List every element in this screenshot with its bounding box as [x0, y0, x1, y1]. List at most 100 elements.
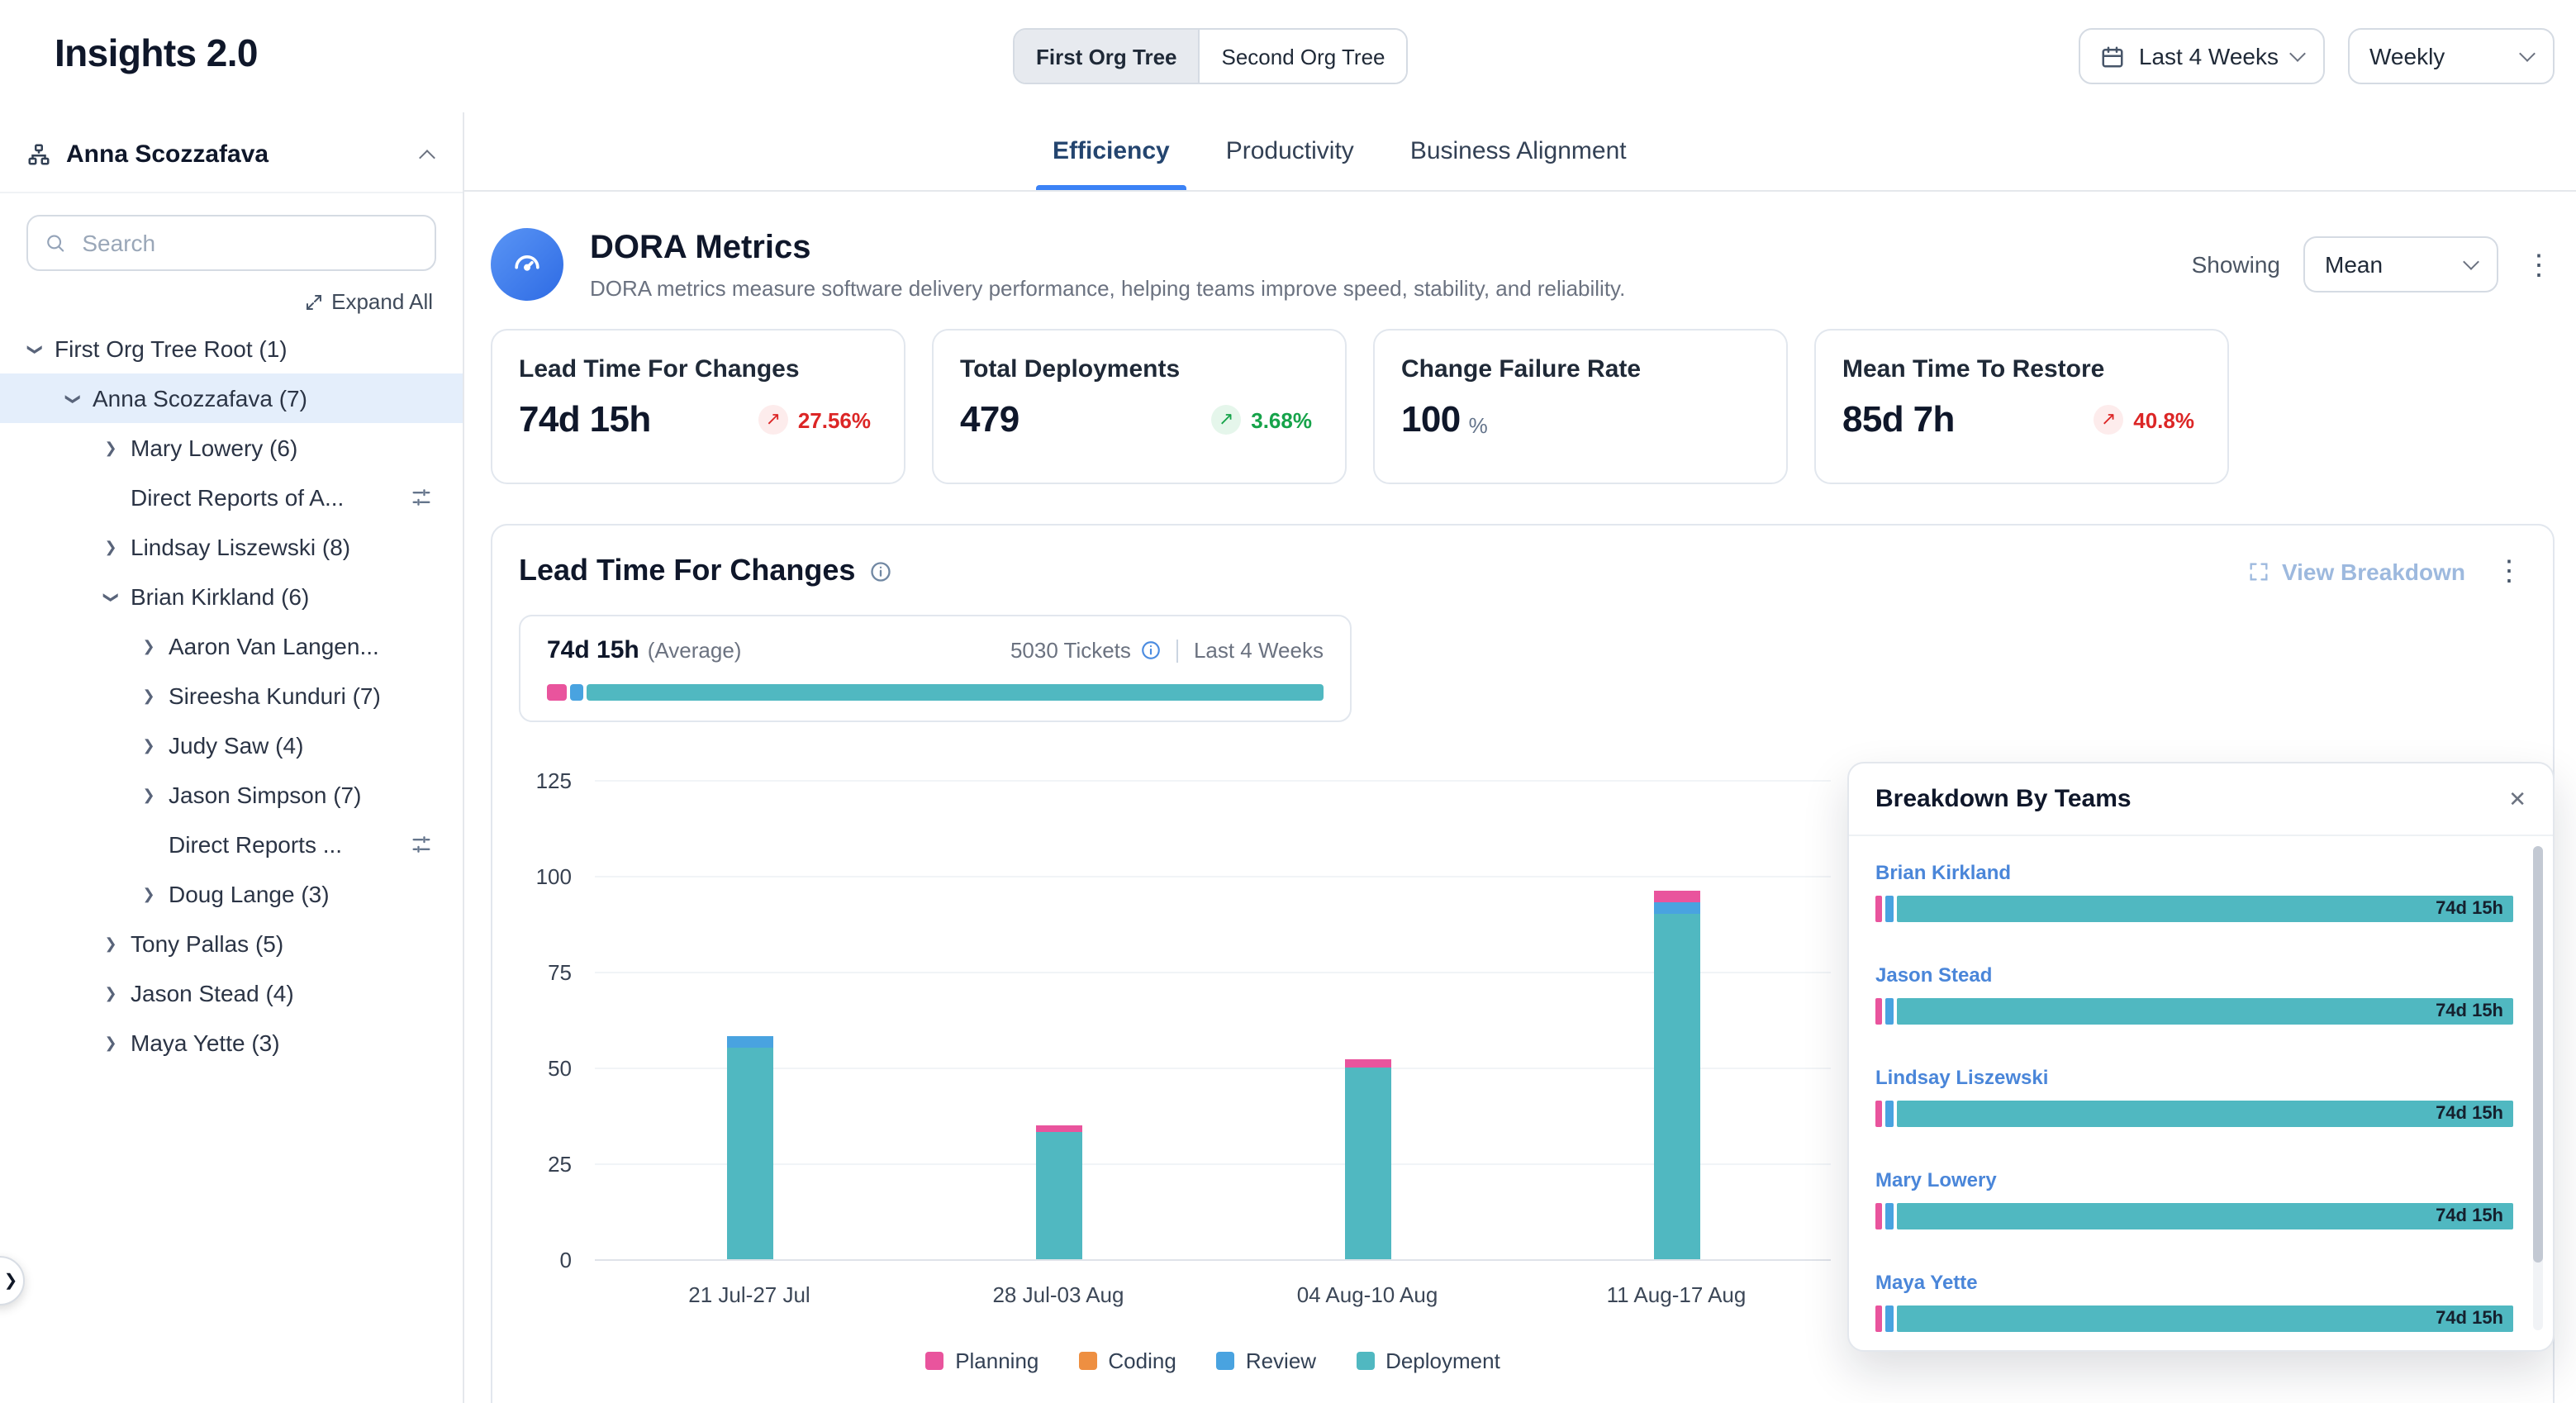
- expand-all-button[interactable]: Expand All: [30, 289, 433, 314]
- chevron-right-icon[interactable]: ❯: [140, 887, 157, 901]
- breakdown-title: Breakdown By Teams: [1875, 785, 2508, 813]
- legend-item-planning[interactable]: Planning: [925, 1348, 1038, 1373]
- tree-item-aaron-van-langen[interactable]: ❯Aaron Van Langen...: [0, 621, 463, 671]
- tab-business-alignment[interactable]: Business Alignment: [1407, 112, 1630, 190]
- tree-item-mary-lowery-6[interactable]: ❯Mary Lowery (6): [0, 423, 463, 473]
- scrollbar-track[interactable]: [2533, 846, 2543, 1330]
- legend-item-deployment[interactable]: Deployment: [1356, 1348, 1500, 1373]
- metric-card-title: Total Deployments: [960, 355, 1319, 383]
- tree-item-first-org-tree-root-1[interactable]: ❯First Org Tree Root (1): [0, 324, 463, 373]
- tree-item-jason-simpson-7[interactable]: ❯Jason Simpson (7): [0, 770, 463, 820]
- search-icon: [45, 231, 65, 254]
- bar-11-aug-17-aug[interactable]: [1653, 892, 1699, 1259]
- team-link-maya-yette[interactable]: Maya Yette: [1875, 1271, 1978, 1294]
- team-link-mary-lowery[interactable]: Mary Lowery: [1875, 1168, 1997, 1191]
- date-range-select[interactable]: Last 4 Weeks: [2079, 28, 2325, 84]
- bar-28-jul-03-aug[interactable]: [1035, 1125, 1081, 1259]
- chevron-right-icon[interactable]: ❯: [140, 639, 157, 654]
- chevron-right-icon[interactable]: ❯: [102, 540, 119, 554]
- collapse-sidebar-icon[interactable]: [419, 149, 435, 165]
- chevron-right-icon[interactable]: ❯: [102, 986, 119, 1001]
- chevron-right-icon[interactable]: ❯: [140, 787, 157, 802]
- tree-item-label: Sireesha Kunduri (7): [169, 682, 381, 709]
- aggregation-select[interactable]: Mean: [2303, 236, 2498, 292]
- tree-item-direct-reports-of-a[interactable]: Direct Reports of A...: [0, 473, 463, 522]
- dora-gauge-icon: [491, 228, 563, 301]
- chevron-right-icon[interactable]: ❯: [102, 440, 119, 455]
- view-breakdown-button[interactable]: View Breakdown: [2247, 558, 2465, 584]
- chevron-down-icon[interactable]: ❯: [27, 340, 42, 357]
- showing-label: Showing: [2192, 251, 2280, 278]
- tab-productivity[interactable]: Productivity: [1223, 112, 1357, 190]
- tree-item-sireesha-kunduri-7[interactable]: ❯ Sireesha Kunduri (7): [0, 671, 463, 721]
- tree-item-lindsay-liszewski-8[interactable]: ❯ Lindsay Liszewski (8): [0, 522, 463, 572]
- gridline: [595, 780, 1831, 782]
- chevron-right-icon[interactable]: ❯: [102, 936, 119, 951]
- close-icon[interactable]: ✕: [2508, 788, 2526, 810]
- app-title: Insights 2.0: [55, 31, 258, 76]
- chevron-down-icon[interactable]: ❯: [103, 588, 118, 605]
- metric-card-change-failure-rate: Change Failure Rate100%: [1373, 329, 1788, 484]
- org-toggle-second-org-tree[interactable]: Second Org Tree: [1200, 30, 1407, 83]
- info-icon[interactable]: [868, 559, 891, 583]
- dora-titles: DORA Metrics DORA metrics measure softwa…: [590, 229, 2192, 300]
- chevron-down-icon: [2463, 254, 2479, 270]
- filter-icon[interactable]: [410, 833, 433, 856]
- tree-item-doug-lange-3[interactable]: ❯ Doug Lange (3): [0, 869, 463, 919]
- team-link-brian-kirkland[interactable]: Brian Kirkland: [1875, 861, 2011, 884]
- view-breakdown-label: View Breakdown: [2282, 558, 2465, 584]
- team-bar-segment: [1885, 1203, 1894, 1229]
- chevron-right-icon[interactable]: ❯: [102, 1035, 119, 1050]
- filter-icon[interactable]: [410, 486, 433, 509]
- metric-change-value: 3.68%: [1251, 407, 1312, 432]
- tab-efficiency[interactable]: Efficiency: [1049, 112, 1173, 190]
- tree-item-label: Lindsay Liszewski (8): [131, 534, 350, 560]
- summary-bar-segment: [570, 684, 583, 701]
- metric-card-mean-time-to-restore: Mean Time To Restore85d 7h↗40.8%: [1814, 329, 2229, 484]
- legend-label: Coding: [1108, 1348, 1176, 1373]
- bar-segment-review: [726, 1037, 772, 1049]
- tree-item-anna-scozzafava-7[interactable]: ❯Anna Scozzafava (7): [0, 373, 463, 423]
- team-link-jason-stead[interactable]: Jason Stead: [1875, 963, 1992, 987]
- dora-menu-button[interactable]: ⋮: [2521, 244, 2556, 285]
- tree-item-tony-pallas-5[interactable]: ❯Tony Pallas (5): [0, 919, 463, 968]
- team-bar-segment: [1897, 1203, 2513, 1229]
- search-input[interactable]: [78, 228, 418, 258]
- tree-item-jason-stead-4[interactable]: ❯Jason Stead (4): [0, 968, 463, 1018]
- chevron-down-icon: [2519, 45, 2536, 62]
- metric-value: 85d 7h: [1842, 398, 1955, 441]
- legend-item-coding[interactable]: Coding: [1078, 1348, 1176, 1373]
- team-bar-segment: [1875, 1203, 1882, 1229]
- legend-label: Planning: [955, 1348, 1038, 1373]
- chevron-right-icon[interactable]: ❯: [140, 688, 157, 703]
- team-bar: 74d 15h: [1875, 998, 2513, 1025]
- bar-21-jul-27-jul[interactable]: [726, 1037, 772, 1259]
- tree-item-label: Doug Lange (3): [169, 881, 330, 907]
- team-link-lindsay-liszewski[interactable]: Lindsay Liszewski: [1875, 1066, 2048, 1089]
- scrollbar-thumb[interactable]: [2533, 846, 2543, 1263]
- chevron-down-icon[interactable]: ❯: [65, 390, 80, 407]
- team-bar-value: 74d 15h: [2436, 899, 2503, 919]
- team-bar-segment: [1875, 1101, 1882, 1127]
- legend-item-review[interactable]: Review: [1216, 1348, 1316, 1373]
- tree-item-label: Direct Reports of A...: [131, 484, 344, 511]
- chevron-right-icon[interactable]: ❯: [140, 738, 157, 753]
- info-icon[interactable]: [1141, 640, 1162, 661]
- tree-item-maya-yette-3[interactable]: ❯Maya Yette (3): [0, 1018, 463, 1068]
- lead-time-menu-button[interactable]: ⋮: [2492, 550, 2526, 592]
- trend-up-arrow-icon: ↗: [758, 405, 788, 435]
- team-bar-segment: [1885, 998, 1894, 1025]
- lead-time-summary-card: 74d 15h (Average) 5030 Tickets Last 4 We…: [519, 615, 1352, 722]
- tree-item-brian-kirkland-6[interactable]: ❯Brian Kirkland (6): [0, 572, 463, 621]
- org-toggle-first-org-tree[interactable]: First Org Tree: [1015, 30, 1200, 83]
- date-range-value: Last 4 Weeks: [2139, 43, 2279, 69]
- team-bar-segment: [1875, 896, 1882, 922]
- bar-04-aug-10-aug[interactable]: [1344, 1060, 1390, 1259]
- team-bar-segment: [1897, 998, 2513, 1025]
- metric-change-value: 40.8%: [2133, 407, 2194, 432]
- tree-item-direct-reports[interactable]: Direct Reports ...: [0, 820, 463, 869]
- tree-item-judy-saw-4[interactable]: ❯Judy Saw (4): [0, 721, 463, 770]
- granularity-select[interactable]: Weekly: [2348, 28, 2555, 84]
- team-bar: 74d 15h: [1875, 1306, 2513, 1332]
- gridline: [595, 1163, 1831, 1165]
